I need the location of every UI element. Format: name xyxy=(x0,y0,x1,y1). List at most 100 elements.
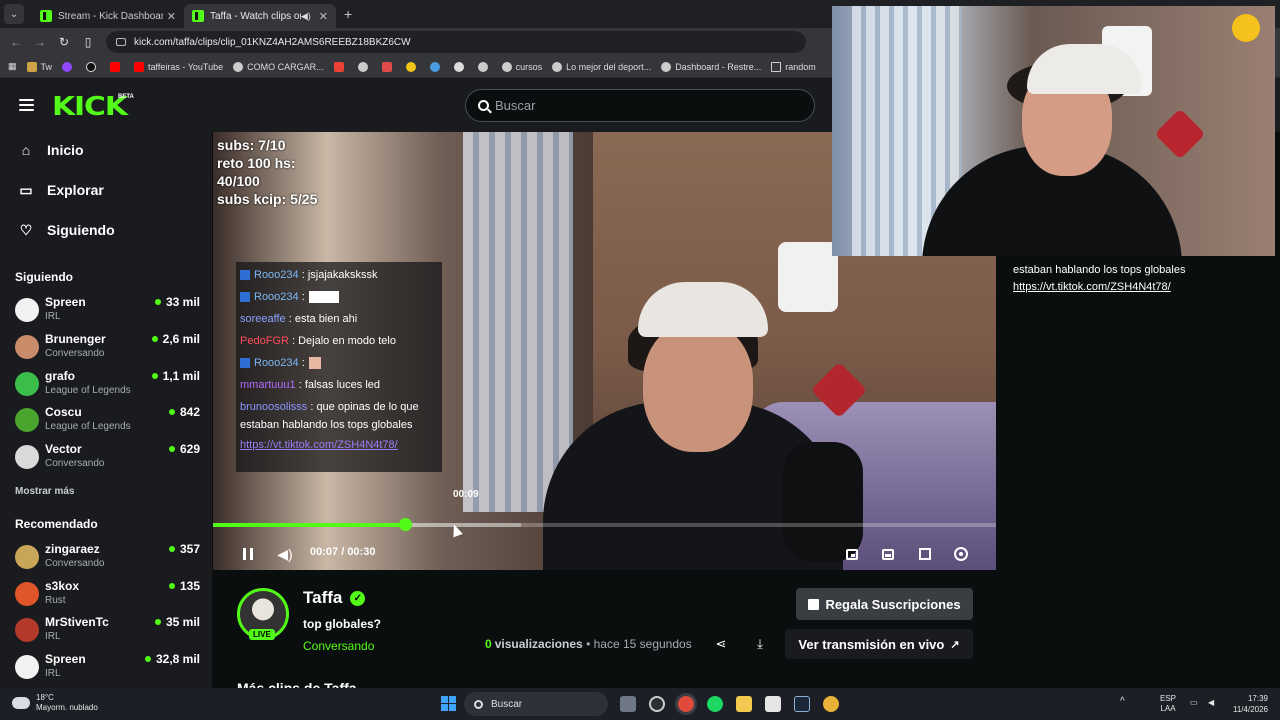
volume-icon[interactable]: ◀) xyxy=(275,544,295,564)
progress-bar[interactable] xyxy=(213,518,996,531)
tab-title: Taffa - Watch clips on Kick xyxy=(210,10,301,22)
forward-icon[interactable]: → xyxy=(28,35,52,49)
pause-button[interactable] xyxy=(238,544,258,564)
bookmark-dashboard[interactable]: Dashboard - Restre... xyxy=(661,61,761,72)
bookmark-tiktok[interactable] xyxy=(86,61,100,72)
tab-kick-dashboard[interactable]: Stream - Kick Dashboard ✕ xyxy=(32,4,184,28)
channel-item[interactable]: Brunenger Conversando 2,6 mil xyxy=(15,332,200,366)
weather-widget[interactable]: 18°C Mayorm. nublado xyxy=(12,693,98,713)
kick-logo[interactable]: KICK xyxy=(52,92,128,122)
bookmark-twitch[interactable] xyxy=(62,61,76,72)
bookmark-label: COMO CARGAR... xyxy=(247,61,324,72)
clock-time: 17:39 xyxy=(1247,694,1268,703)
file-explorer-icon[interactable] xyxy=(736,696,752,712)
menu-icon[interactable] xyxy=(19,99,34,111)
heart-icon: ♡ xyxy=(19,221,33,238)
bookmark-como-cargar[interactable]: COMO CARGAR... xyxy=(233,61,324,72)
chat-user: brunoosolisss xyxy=(240,401,308,413)
search-input[interactable]: Buscar xyxy=(465,89,815,122)
progress-handle[interactable] xyxy=(398,518,412,531)
channel-item[interactable]: grafo League of Legends 1,1 mil xyxy=(15,369,200,403)
sidebar-item-inicio[interactable]: ⌂ Inicio xyxy=(18,142,84,158)
steam-icon[interactable] xyxy=(794,696,810,712)
bookmark-yellow[interactable] xyxy=(405,61,420,72)
pip-button[interactable] xyxy=(842,544,862,564)
share-icon[interactable]: ⋖ xyxy=(713,636,729,652)
bookmark-youtube[interactable] xyxy=(110,61,124,72)
gift-icon xyxy=(808,598,820,610)
spotify-icon[interactable] xyxy=(707,696,723,712)
sidebar-item-explorar[interactable]: ▭ Explorar xyxy=(18,182,104,199)
bookmark-random[interactable]: random xyxy=(771,61,816,72)
address-bar[interactable]: kick.com/taffa/clips/clip_01KNZ4AH2AMS6R… xyxy=(106,31,806,53)
bookmark-gmail[interactable] xyxy=(333,61,348,72)
bookmark-globe-2[interactable] xyxy=(477,61,492,72)
channel-title[interactable]: Taffa ✓ xyxy=(303,588,366,608)
channel-category: Conversando xyxy=(45,558,105,569)
bookmark-openai[interactable] xyxy=(453,61,468,72)
viewer-count: 32,8 mil xyxy=(144,652,200,666)
chat-message-link[interactable]: https://vt.tiktok.com/ZSH4N4t78/ xyxy=(1013,279,1273,296)
channel-name[interactable]: Taffa xyxy=(303,588,342,608)
channel-item[interactable]: Coscu League of Legends 842 xyxy=(15,405,200,439)
bookmark-red[interactable] xyxy=(381,61,396,72)
speaker-icon[interactable]: ◀) xyxy=(301,11,311,22)
avatar xyxy=(15,582,39,606)
tab-search-button[interactable]: ⌄ xyxy=(4,4,24,24)
pip-icon xyxy=(846,548,858,560)
gift-subscriptions-button[interactable]: Regala Suscripciones xyxy=(796,588,973,620)
stream-stats-overlay: subs: 7/10 reto 100 hs: 40/100 subs kcip… xyxy=(217,136,317,208)
download-icon[interactable]: ⤓ xyxy=(752,636,768,652)
nav-label: Explorar xyxy=(47,182,104,198)
channel-item[interactable]: zingaraez Conversando 357 xyxy=(15,542,200,576)
bookmark-blue[interactable] xyxy=(429,61,444,72)
new-tab-icon[interactable]: + xyxy=(344,6,352,22)
channel-item[interactable]: Spreen IRL 33 mil xyxy=(15,295,200,329)
clip-category[interactable]: Conversando xyxy=(303,639,374,653)
github-icon[interactable] xyxy=(649,696,665,712)
back-icon[interactable]: ← xyxy=(4,35,28,49)
chrome-icon[interactable] xyxy=(678,696,694,712)
avatar xyxy=(15,655,39,679)
tab-taffa-clips[interactable]: Taffa - Watch clips on Kick ◀) ✕ xyxy=(184,4,336,28)
close-tab-icon[interactable]: ✕ xyxy=(319,10,328,23)
volume-tray-icon[interactable]: ◀ xyxy=(1208,698,1214,708)
chat-user: mmartuuu1 xyxy=(240,379,296,391)
watch-live-button[interactable]: Ver transmisión en vivo ↗ xyxy=(785,629,973,659)
reload-icon[interactable]: ↻ xyxy=(52,35,76,49)
channel-item[interactable]: MrStivenTc IRL 35 mil xyxy=(15,615,200,649)
sidebar-toggle-icon[interactable]: ▯ xyxy=(76,35,100,49)
bookmark-taffeiras[interactable]: taffeiras - YouTube xyxy=(134,61,223,72)
site-info-icon[interactable] xyxy=(116,38,126,46)
channel-item[interactable]: s3kox Rust 135 xyxy=(15,579,200,613)
viewers-text: 2,6 mil xyxy=(162,332,200,346)
chrome-alt-icon[interactable] xyxy=(823,696,839,712)
bookmark-lo-mejor[interactable]: Lo mejor del deport... xyxy=(552,61,651,72)
network-icon[interactable]: ▭ xyxy=(1190,698,1198,708)
bookmark-globe[interactable] xyxy=(357,61,372,72)
sidebar-item-siguiendo[interactable]: ♡ Siguiendo xyxy=(18,221,115,239)
store-icon[interactable] xyxy=(765,696,781,712)
channel-item[interactable]: Spreen IRL 32,8 mil xyxy=(15,652,200,686)
live-dot-icon xyxy=(168,546,175,552)
bookmark-cursos[interactable]: cursos xyxy=(501,61,542,72)
show-more-link[interactable]: Mostrar más xyxy=(15,486,74,497)
theater-mode-button[interactable] xyxy=(878,544,898,564)
chat-text: : esta bien ahi xyxy=(288,313,358,325)
apps-icon[interactable]: ▦ xyxy=(8,61,17,72)
emote-icon xyxy=(308,357,321,370)
kick-favicon-icon xyxy=(40,10,52,22)
fullscreen-button[interactable] xyxy=(915,544,935,564)
bookmark-tw[interactable]: Tw xyxy=(26,61,52,72)
clock[interactable]: 17:39 11/4/2026 xyxy=(1222,693,1268,715)
language-indicator[interactable]: ESP LAA xyxy=(1160,694,1176,714)
start-button[interactable] xyxy=(441,696,456,711)
chat-text: : xyxy=(301,357,305,369)
close-tab-icon[interactable]: ✕ xyxy=(167,10,176,23)
settings-button[interactable] xyxy=(951,544,971,564)
channel-item[interactable]: Vector Conversando 629 xyxy=(15,442,200,476)
live-dot-icon xyxy=(168,583,175,589)
task-view-icon[interactable] xyxy=(620,696,636,712)
taskbar-search[interactable]: Buscar xyxy=(464,692,608,716)
tray-chevron-icon[interactable]: ^ xyxy=(1120,697,1125,707)
